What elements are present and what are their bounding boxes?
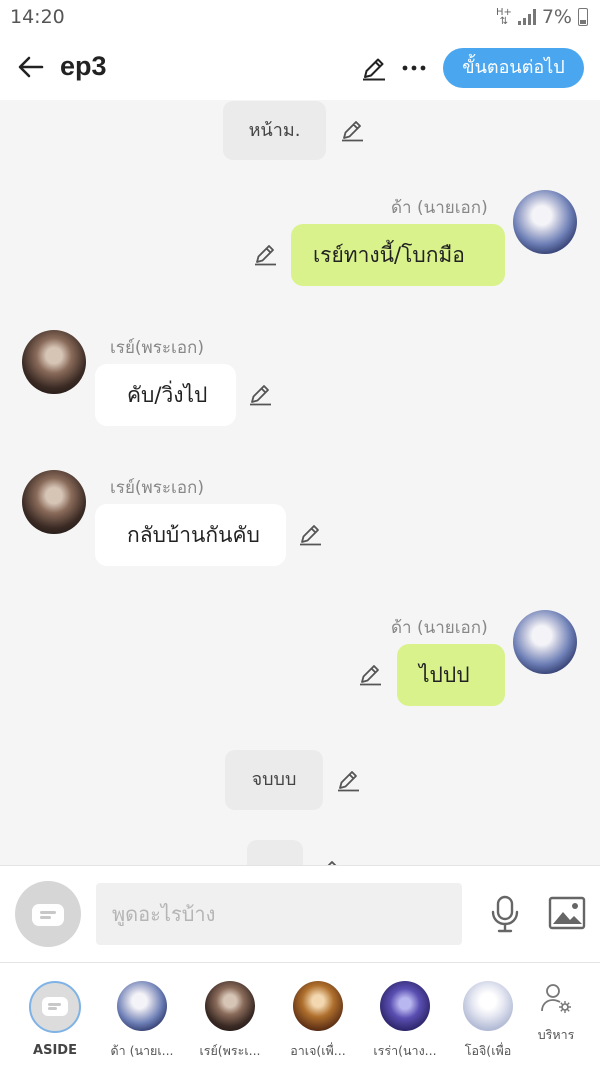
avatar [205,981,255,1031]
narration-bubble[interactable]: หน้าม. [223,101,326,160]
speaker-name: ด้า (นายเอก) [391,198,488,218]
status-bar: 14:20 H+ ⇅ 7% [0,0,600,36]
speaker-name: เรย์(พระเอก) [110,478,204,498]
avatar [117,981,167,1031]
character-aside[interactable]: ASIDE [15,981,95,1058]
back-arrow-icon[interactable] [16,52,46,82]
character-label: เรร่า(นาง... [373,1043,437,1058]
avatar [463,981,513,1031]
signal-icon [517,9,536,25]
more-options-icon[interactable] [400,54,428,82]
character-label: ASIDE [33,1043,77,1058]
message-text: คับ/วิ่งไป [127,383,208,407]
status-right: H+ ⇅ 7% [496,6,588,28]
narration-bubble[interactable] [247,840,303,865]
edit-message-pencil-icon[interactable] [253,241,279,267]
message-input[interactable] [96,883,462,945]
edit-message-pencil-icon[interactable] [248,381,274,407]
avatar[interactable] [513,610,577,674]
message-text: เรย์ทางนี้/โบกมือ [313,243,465,267]
message-bubble[interactable]: ไปปป [397,644,505,706]
character-item[interactable]: อาเจ(เพื่... [278,981,358,1061]
edit-message-pencil-icon[interactable] [316,857,342,865]
character-item[interactable]: เรย์(พระเ... [190,981,270,1061]
input-bar [0,865,600,963]
avatar[interactable] [22,330,86,394]
narration-text: จบบบ [251,769,297,790]
edit-message-pencil-icon[interactable] [336,767,362,793]
avatar[interactable] [22,470,86,534]
character-label: อาเจ(เพื่... [290,1043,346,1058]
manage-characters-button[interactable]: บริหาร [520,981,592,1045]
aside-avatar [29,981,81,1033]
avatar[interactable] [513,190,577,254]
image-icon[interactable] [548,896,586,930]
chat-bubble-icon [32,904,64,926]
battery-percent: 7% [541,6,572,28]
character-item[interactable]: เรร่า(นาง... [365,981,445,1061]
edit-message-pencil-icon[interactable] [358,661,384,687]
avatar [293,981,343,1031]
header: ep3 ขั้นตอนต่อไป [0,36,600,100]
chat-area[interactable]: หน้าม. ด้า (นายเอก) เรย์ทางนี้/โบกมือ เร… [0,100,600,865]
speaker-name: เรย์(พระเอก) [110,338,204,358]
next-step-button[interactable]: ขั้นตอนต่อไป [443,48,584,88]
message-text: ไปปป [419,663,470,687]
status-time: 14:20 [10,6,65,28]
character-label: บริหาร [537,1027,575,1042]
character-item[interactable]: โอจิ(เพื่อ [448,981,528,1061]
narration-bubble[interactable]: จบบบ [225,750,323,810]
edit-message-pencil-icon[interactable] [340,117,366,143]
message-bubble[interactable]: เรย์ทางนี้/โบกมือ [291,224,505,286]
battery-icon [578,8,588,26]
network-type: H+ ⇅ [495,7,512,27]
character-label: เรย์(พระเ... [199,1043,261,1058]
character-label: โอจิ(เพื่อ [464,1043,512,1058]
speaker-name: ด้า (นายเอก) [391,618,488,638]
avatar [380,981,430,1031]
page-title: ep3 [60,51,107,81]
edit-message-pencil-icon[interactable] [298,521,324,547]
character-bar: ASIDE ด้า (นายเ... เรย์(พระเ... อาเจ(เพื… [0,963,600,1067]
character-label: ด้า (นายเ... [110,1043,174,1058]
message-bubble[interactable]: คับ/วิ่งไป [95,364,236,426]
chat-bubble-icon [42,997,68,1016]
microphone-icon[interactable] [488,894,522,934]
narration-text: หน้าม. [248,120,301,141]
message-bubble[interactable]: กลับบ้านกันคับ [95,504,286,566]
edit-title-pencil-icon[interactable] [360,54,388,82]
aside-toggle-button[interactable] [15,881,81,947]
message-text: กลับบ้านกันคับ [127,523,260,547]
manage-users-icon [541,984,571,1013]
character-item[interactable]: ด้า (นายเ... [102,981,182,1061]
